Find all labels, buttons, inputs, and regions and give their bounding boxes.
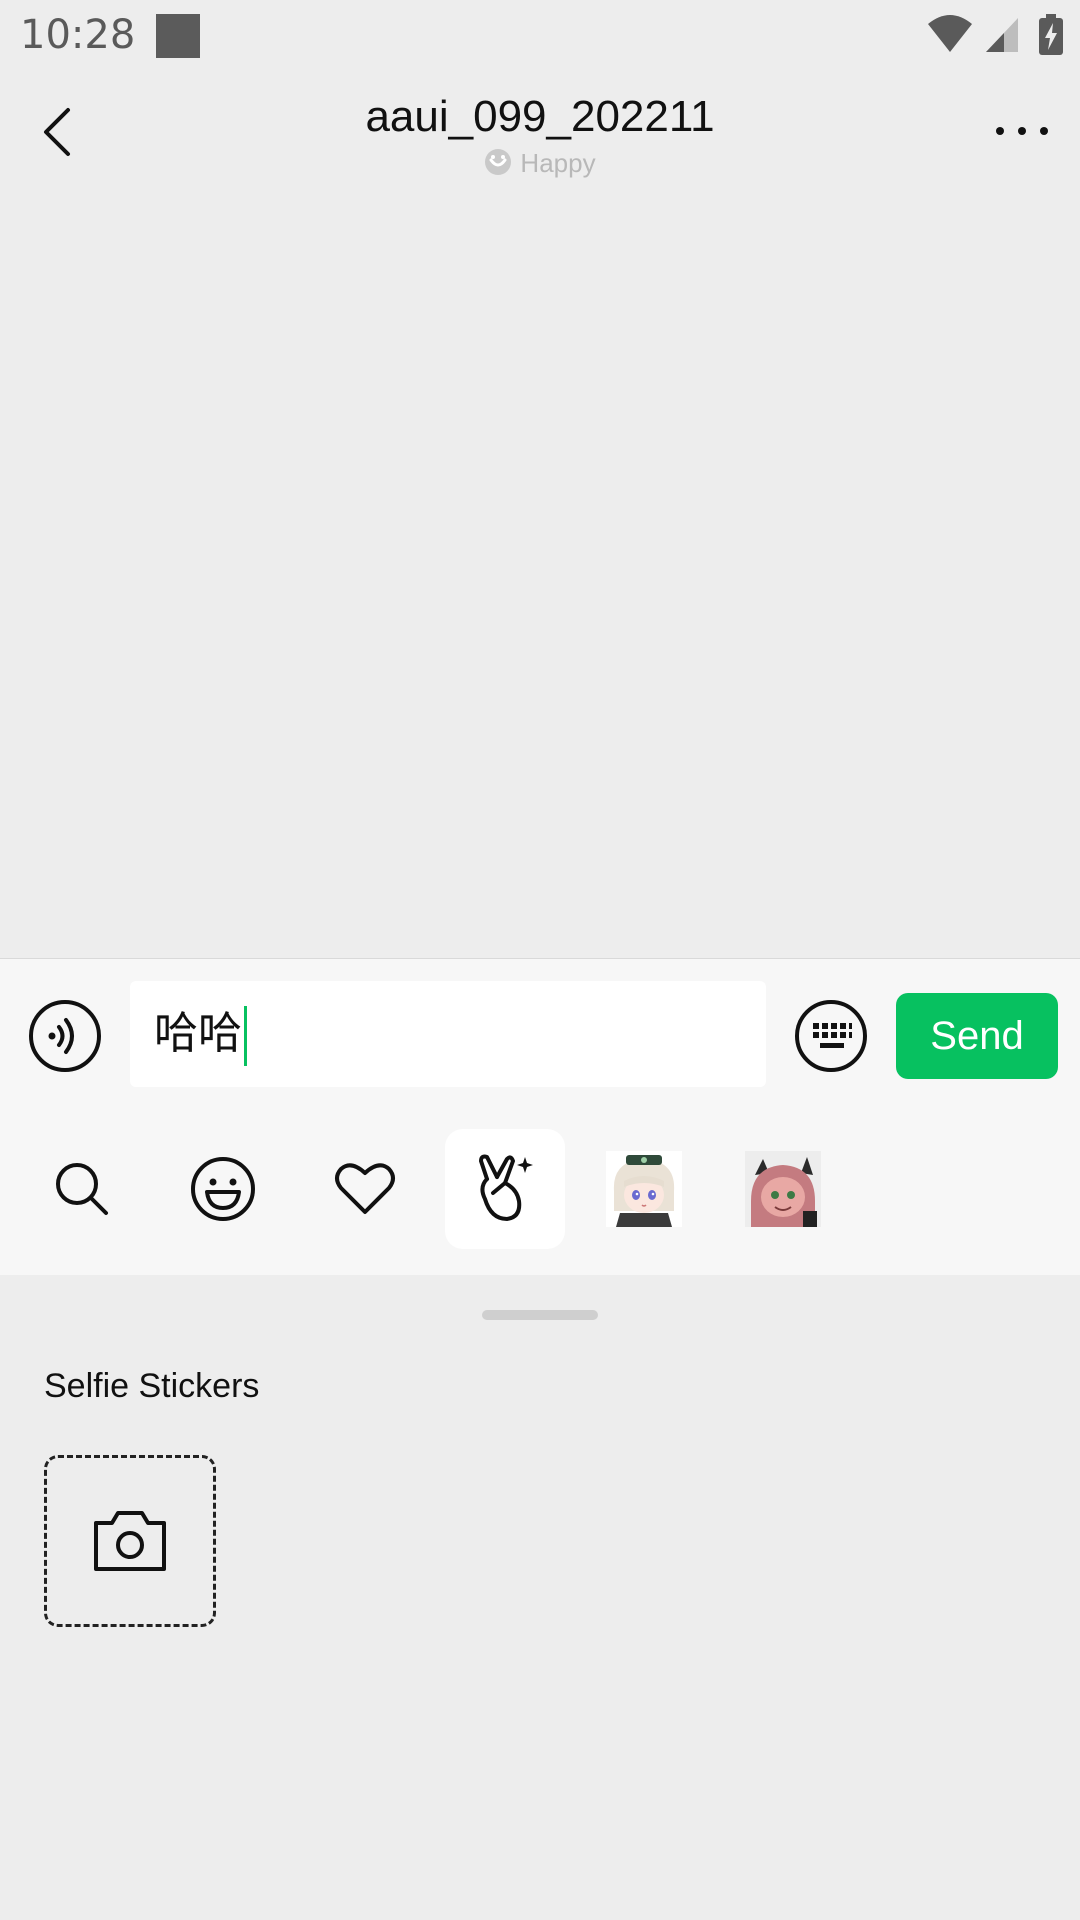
chat-message-area[interactable]: [0, 196, 1080, 958]
message-input[interactable]: 哈哈: [130, 981, 766, 1087]
emoji-icon: [191, 1157, 255, 1221]
tab-selfie-stickers[interactable]: [445, 1129, 565, 1249]
status-mood: Happy: [0, 148, 1080, 179]
send-button[interactable]: Send: [896, 993, 1058, 1079]
heart-icon: [335, 1163, 395, 1214]
notification-icon: [156, 14, 200, 58]
anime-girl-sticker-icon: [745, 1151, 821, 1227]
create-selfie-sticker-button[interactable]: [44, 1455, 216, 1627]
tab-favorites[interactable]: [305, 1129, 425, 1249]
sticker-panel: Selfie Stickers: [0, 1275, 1080, 1920]
keyboard-toggle-button[interactable]: [794, 999, 868, 1073]
status-mood-label: Happy: [520, 148, 596, 178]
status-time: 10:28: [20, 12, 136, 58]
tab-search[interactable]: [22, 1129, 142, 1249]
more-dots-icon: [996, 127, 1048, 135]
keyboard-icon: [795, 1000, 867, 1072]
message-input-text: 哈哈: [154, 1008, 242, 1059]
status-icons: [927, 14, 1064, 58]
input-bar: 哈哈 Send: [0, 958, 1080, 1276]
cellular-signal-icon: [985, 18, 1018, 52]
tab-emoji[interactable]: [163, 1129, 283, 1249]
section-title: Selfie Stickers: [44, 1367, 260, 1405]
anime-girl-sticker-icon: [606, 1151, 682, 1227]
sticker-pack-anime-girl-2[interactable]: [723, 1129, 843, 1249]
happy-face-icon: [485, 149, 512, 175]
chat-title: aaui_099_202211: [365, 92, 715, 141]
voice-input-button[interactable]: [28, 999, 102, 1073]
peace-hand-icon: [479, 1154, 533, 1221]
battery-charging-icon: [1039, 14, 1063, 55]
text-caret: [244, 1006, 247, 1066]
sticker-pack-anime-girl-1[interactable]: [584, 1129, 704, 1249]
voice-icon: [29, 1000, 101, 1072]
more-options-button[interactable]: [992, 116, 1052, 146]
search-icon: [56, 1163, 108, 1215]
status-bar: 10:28: [0, 0, 1080, 76]
sticker-tab-bar: [0, 1129, 1080, 1249]
chat-header: aaui_099_202211 Happy: [0, 76, 1080, 196]
wifi-icon: [928, 15, 973, 52]
camera-icon: [94, 1511, 166, 1571]
drag-handle[interactable]: [482, 1310, 598, 1320]
